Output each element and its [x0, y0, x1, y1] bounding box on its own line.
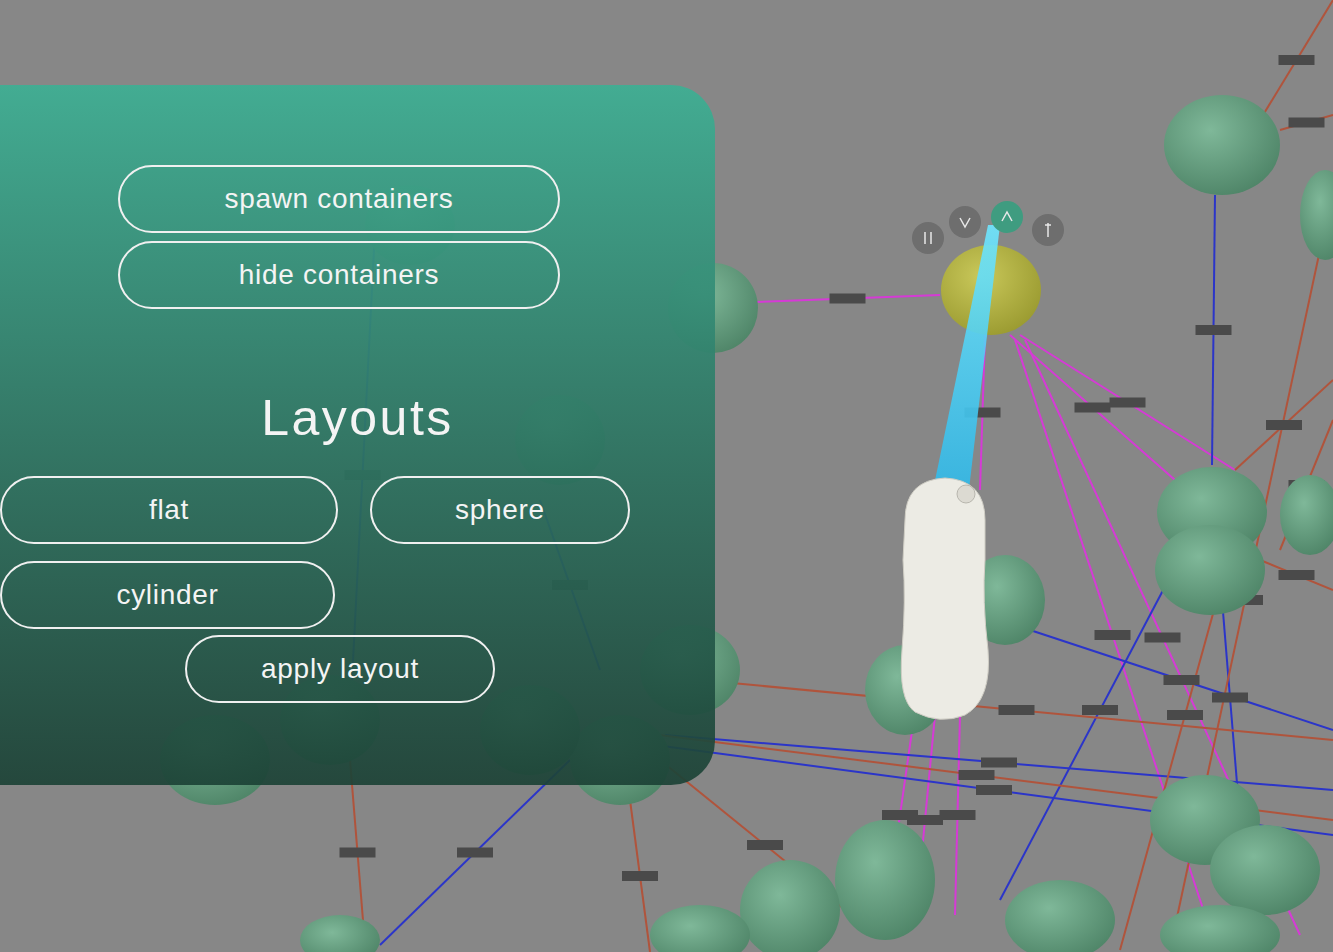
- apply-layout-button[interactable]: apply layout: [185, 635, 495, 703]
- edge-label: [1075, 403, 1111, 413]
- layouts-heading: Layouts: [261, 381, 454, 456]
- edge-label: [457, 848, 493, 858]
- hide-containers-button[interactable]: hide containers: [118, 241, 560, 309]
- edge-label: [981, 758, 1017, 768]
- spawn-containers-button[interactable]: spawn containers: [118, 165, 560, 233]
- vr-scene: spawn containers hide containers Layouts fl…: [0, 0, 1333, 952]
- layout-panel: spawn containers hide containers Layouts fl…: [0, 85, 715, 785]
- vr-controller: [901, 478, 988, 719]
- edge-label: [1082, 705, 1118, 715]
- edge-label: [622, 871, 658, 881]
- chevron-up-icon: [1002, 212, 1012, 221]
- graph-edge: [700, 680, 1333, 740]
- pointer-ray: [932, 225, 1000, 498]
- edge-label: [907, 815, 943, 825]
- graph-node[interactable]: [1280, 475, 1333, 555]
- edge-label: [999, 705, 1035, 715]
- edge-label: [747, 840, 783, 850]
- radial-menu-item[interactable]: [1032, 214, 1064, 246]
- edge-label: [340, 848, 376, 858]
- graph-edge: [1260, 560, 1333, 590]
- edge-label: [1266, 420, 1302, 430]
- graph-node[interactable]: [740, 860, 840, 952]
- edge-label: [1167, 710, 1203, 720]
- graph-edge: [380, 760, 570, 945]
- edge-label: [1212, 693, 1248, 703]
- edge-label: [959, 770, 995, 780]
- radial-menu-item[interactable]: [991, 201, 1023, 233]
- graph-edge: [1280, 115, 1333, 130]
- controller-thumbstick-icon: [957, 485, 975, 503]
- graph-node[interactable]: [835, 820, 935, 940]
- layout-option[interactable]: sphere: [370, 476, 630, 544]
- edge-label: [1279, 570, 1315, 580]
- graph-node[interactable]: [1300, 170, 1333, 260]
- radial-menu-item[interactable]: [949, 206, 981, 238]
- edge-label: [1289, 118, 1325, 128]
- edge-label: [830, 294, 866, 304]
- edge-label: [940, 810, 976, 820]
- graph-node[interactable]: [1155, 525, 1265, 615]
- layout-option[interactable]: flat: [0, 476, 338, 544]
- graph-node[interactable]: [650, 905, 750, 952]
- layout-options: flat sphere: [0, 476, 630, 544]
- graph-node[interactable]: [1005, 880, 1115, 952]
- layout-option[interactable]: cylinder: [0, 561, 335, 629]
- graph-node[interactable]: [1160, 905, 1280, 952]
- edge-label: [1145, 633, 1181, 643]
- edge-label: [1164, 675, 1200, 685]
- edge-label: [1095, 630, 1131, 640]
- rotate-icon: [925, 232, 931, 244]
- edge-label: [1196, 325, 1232, 335]
- chevron-down-icon: [960, 218, 970, 227]
- edge-label: [1279, 55, 1315, 65]
- graph-node[interactable]: [1210, 825, 1320, 915]
- graph-node[interactable]: [1164, 95, 1280, 195]
- pin-icon: [1045, 223, 1051, 237]
- edge-label: [976, 785, 1012, 795]
- graph-edge: [1010, 335, 1175, 480]
- graph-node[interactable]: [300, 915, 380, 952]
- edge-label: [1110, 398, 1146, 408]
- graph-edge: [1260, 0, 1333, 120]
- radial-menu-item[interactable]: [912, 222, 944, 254]
